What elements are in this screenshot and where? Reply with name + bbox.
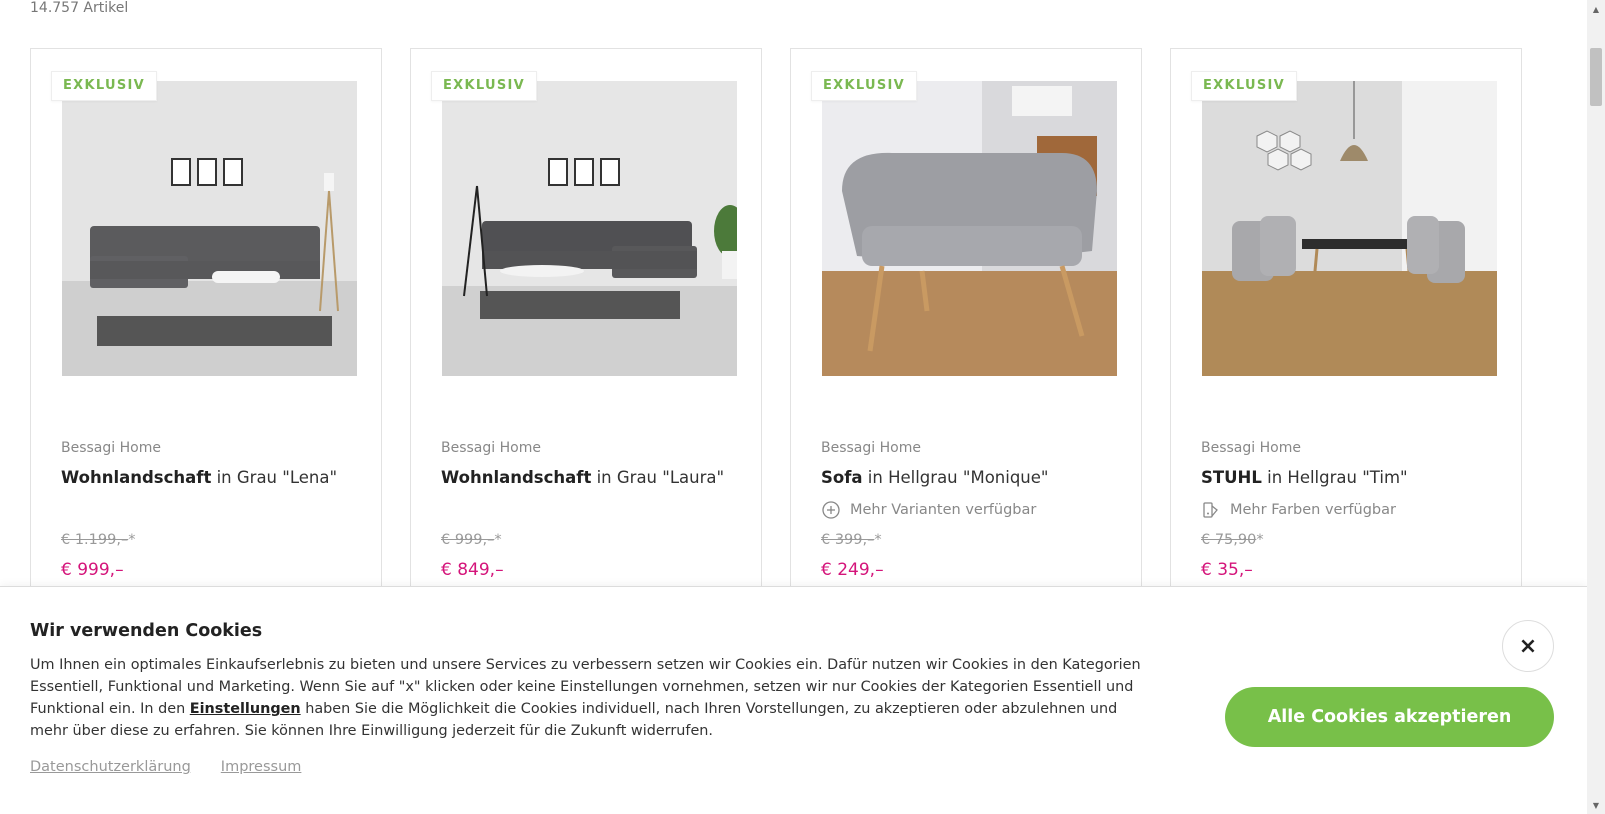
product-image[interactable] (1202, 81, 1497, 376)
product-name: Wohnlandschaft (441, 468, 592, 487)
product-card[interactable]: EXKLUSIV Bessagi Home Wohnlandschaft in … (410, 48, 762, 608)
product-name-suffix: in Hellgrau "Tim" (1261, 468, 1408, 487)
privacy-policy-link[interactable]: Datenschutzerklärung (30, 759, 191, 775)
product-title[interactable]: Sofa in Hellgrau "Monique" (821, 468, 1049, 487)
old-price-mark: * (874, 532, 882, 548)
page-scrollbar[interactable]: ▲ ▼ (1587, 0, 1605, 814)
product-brand: Bessagi Home (1201, 440, 1301, 456)
product-image[interactable] (822, 81, 1117, 376)
current-price: € 999,– (61, 560, 124, 580)
old-price: € 999,–* (441, 532, 502, 548)
exclusive-badge: EXKLUSIV (51, 71, 158, 101)
exclusive-badge: EXKLUSIV (431, 71, 538, 101)
product-name: Wohnlandschaft (61, 468, 212, 487)
product-name: Sofa (821, 468, 863, 487)
product-name-suffix: in Grau "Laura" (591, 468, 725, 487)
current-price: € 249,– (821, 560, 884, 580)
old-price-value: € 75,90 (1201, 532, 1257, 548)
product-title[interactable]: STUHL in Hellgrau "Tim" (1201, 468, 1408, 487)
product-brand: Bessagi Home (441, 440, 541, 456)
product-title[interactable]: Wohnlandschaft in Grau "Laura" (441, 468, 724, 487)
product-card[interactable]: EXKLUSIV Bessagi Home STUHL in Hellgrau … (1170, 48, 1522, 608)
product-brand: Bessagi Home (821, 440, 921, 456)
scroll-down-arrow-icon[interactable]: ▼ (1587, 796, 1605, 814)
old-price-value: € 999,– (441, 532, 495, 548)
old-price: € 1.199,–* (61, 532, 135, 548)
old-price: € 75,90* (1201, 532, 1264, 548)
product-image[interactable] (442, 81, 737, 376)
cookie-text: Um Ihnen ein optimales Einkaufserlebnis … (30, 654, 1150, 742)
exclusive-badge: EXKLUSIV (1191, 71, 1298, 101)
close-icon[interactable]: × (1502, 620, 1554, 672)
cookie-settings-link[interactable]: Einstellungen (190, 701, 301, 717)
scroll-up-arrow-icon[interactable]: ▲ (1587, 0, 1605, 18)
product-grid: EXKLUSIV Bessagi Home Wohnlandschaft in … (30, 48, 1554, 608)
product-title[interactable]: Wohnlandschaft in Grau "Lena" (61, 468, 337, 487)
more-colors[interactable]: Mehr Farben verfügbar (1201, 500, 1396, 520)
accept-all-cookies-button[interactable]: Alle Cookies akzeptieren (1225, 687, 1554, 747)
exclusive-badge: EXKLUSIV (811, 71, 918, 101)
product-brand: Bessagi Home (61, 440, 161, 456)
current-price: € 849,– (441, 560, 504, 580)
article-count: 14.757 Artikel (30, 0, 129, 16)
old-price: € 399,–* (821, 532, 882, 548)
product-card[interactable]: EXKLUSIV Bessagi Home Sofa in Hellgrau "… (790, 48, 1142, 608)
more-variants-label: Mehr Varianten verfügbar (850, 502, 1037, 518)
product-card[interactable]: EXKLUSIV Bessagi Home Wohnlandschaft in … (30, 48, 382, 608)
product-name-suffix: in Hellgrau "Monique" (862, 468, 1049, 487)
current-price: € 35,– (1201, 560, 1253, 580)
old-price-mark: * (128, 532, 136, 548)
cookie-title: Wir verwenden Cookies (30, 621, 263, 641)
scrollbar-thumb[interactable] (1590, 48, 1602, 106)
cookie-banner: Wir verwenden Cookies Um Ihnen ein optim… (0, 586, 1587, 814)
more-variants[interactable]: Mehr Varianten verfügbar (821, 500, 1036, 520)
plus-circle-icon (821, 500, 841, 520)
more-colors-label: Mehr Farben verfügbar (1230, 502, 1396, 518)
cookie-footer-links: Datenschutzerklärung Impressum (30, 759, 301, 775)
imprint-link[interactable]: Impressum (221, 759, 302, 775)
product-name: STUHL (1201, 468, 1262, 487)
old-price-value: € 1.199,– (61, 532, 129, 548)
old-price-mark: * (494, 532, 502, 548)
product-image[interactable] (62, 81, 357, 376)
product-name-suffix: in Grau "Lena" (211, 468, 338, 487)
old-price-mark: * (1256, 532, 1264, 548)
color-swatch-icon (1201, 500, 1221, 520)
old-price-value: € 399,– (821, 532, 875, 548)
